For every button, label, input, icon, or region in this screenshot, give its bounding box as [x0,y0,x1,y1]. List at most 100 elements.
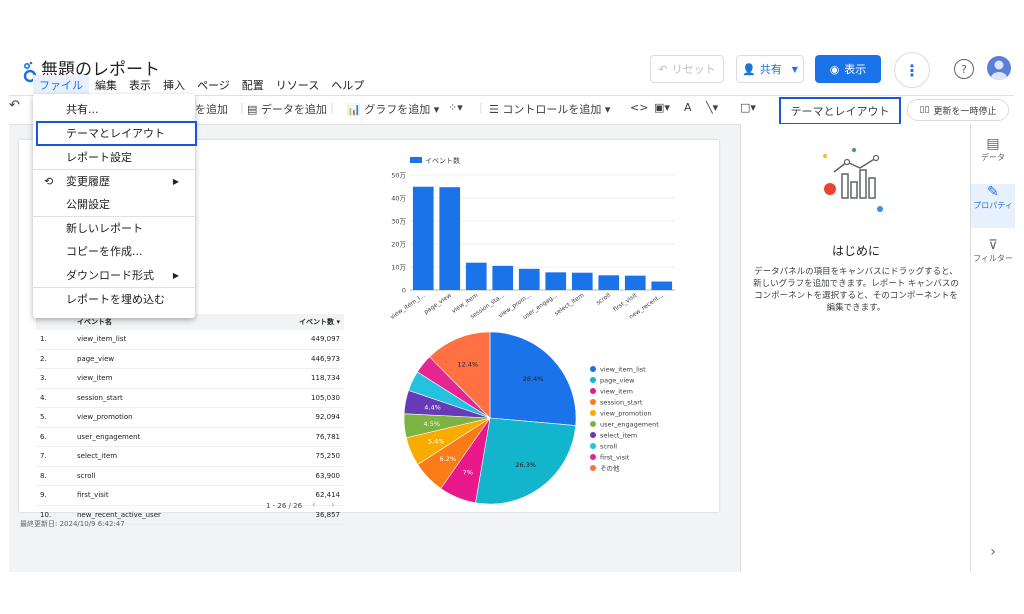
legend-label: page_view [600,377,635,385]
table-pagination: 1 - 26 / 26 [266,502,303,510]
menu-item-make-copy[interactable]: コピーを作成... [33,240,195,262]
bar[interactable] [518,268,540,290]
bar[interactable] [492,265,514,290]
y-tick-label: 40万 [391,195,406,203]
legend-label: first_visit [600,454,630,462]
menu-item-share[interactable]: 共有... [33,98,195,120]
menu-item-new-report[interactable]: 新しいレポート [33,217,195,239]
text-icon[interactable]: A [684,101,692,114]
community-viz-icon[interactable]: ⁘▾ [448,101,463,114]
table-header-event-count[interactable]: イベント数 ▾ [228,314,344,330]
code-icon[interactable]: <> [630,101,648,114]
add-data-icon: ▤ [247,103,258,116]
bar-chart[interactable]: イベント数 0 10万 20万 30万 40万 50万 view_item_l...pag… [380,150,680,325]
help-icon[interactable]: ? [954,59,974,79]
menu-arrange[interactable]: 配置 [236,75,270,95]
next-page-icon[interactable]: › [331,500,335,510]
row-index: 2. [36,349,76,369]
right-nav-data[interactable]: ▤ データ [971,136,1015,182]
more-options-icon[interactable]: ⋮ [894,52,930,88]
right-nav-label: フィルター [973,254,1013,263]
bar[interactable] [545,272,567,290]
add-chart-button[interactable]: 📊 グラフを追加 ▾ [347,101,439,117]
pie-slice-label: 26.4% [523,375,544,383]
add-control-button[interactable]: ☰ コントロールを追加 ▾ [489,101,610,117]
bar[interactable] [465,262,487,290]
row-event-count: 75,250 [228,446,344,467]
pause-icon: ▯▯ [919,105,930,115]
prev-page-icon[interactable]: ‹ [312,500,316,510]
highlight-box [36,121,197,146]
menu-item-label: 公開設定 [66,198,110,211]
table-row[interactable]: 4. session_start 105,030 [36,388,344,408]
menu-item-publish-settings[interactable]: 公開設定 [33,193,195,215]
getting-started-heading: はじめに [831,244,880,258]
menu-item-label: コピーを作成... [66,245,143,258]
row-index: 7. [36,446,76,467]
legend-swatch [590,366,596,372]
row-event-count: 76,781 [228,427,344,447]
bar[interactable] [624,275,646,290]
line-icon[interactable]: ╲▾ [706,101,718,114]
pie-slice-label: 12.4% [457,360,478,368]
row-event-count: 92,094 [228,407,344,428]
bar[interactable] [412,186,434,290]
table-row[interactable]: 8. scroll 63,900 [36,466,344,486]
reset-button[interactable]: ↶ リセット [650,55,724,83]
menu-item-embed-report[interactable]: レポートを埋め込む [33,288,195,310]
row-event-count: 118,734 [228,368,344,389]
legend-label: view_item_list [600,366,646,374]
row-event-name: view_item [76,368,228,389]
app-header: 無題のレポート ファイル 編集 表示 挿入 ページ 配置 リソース ヘルプ ↶ リセット 👤 共有… [9,47,1014,95]
menu-item-report-settings[interactable]: レポート設定 [33,146,195,168]
bar[interactable] [651,281,673,290]
menu-file[interactable]: ファイル [33,75,89,95]
pie-chart[interactable]: 26.4% 26.3% 7% 6.2% 5.4% 4.5% 4.4% 12.4% view_i… [400,328,700,510]
image-icon[interactable]: ▣▾ [654,101,670,114]
undo-icon[interactable]: ↶ [9,98,20,113]
table-row[interactable]: 7. select_item 75,250 [36,446,344,467]
pie-slice-label: 26.3% [515,461,536,469]
menu-resource[interactable]: リソース [270,75,325,95]
eye-icon: ◉ [829,62,840,76]
menu-view[interactable]: 表示 [123,75,157,95]
bar[interactable] [571,272,593,290]
filter-icon: ⊽ [988,238,998,253]
add-chart-label: グラフを追加 [364,103,431,116]
collapse-chevron-icon[interactable]: › [971,544,1015,560]
add-data-button[interactable]: ▤ データを追加 [247,101,327,117]
pause-label: 更新を一時停止 [933,106,997,117]
menu-page[interactable]: ページ [191,75,236,95]
add-page-button[interactable]: を追加 [195,101,228,117]
theme-layout-button[interactable]: テーマとレイアウト [779,97,901,125]
menu-insert[interactable]: 挿入 [157,75,191,95]
pie-slice-label: 7% [463,469,473,477]
table-row[interactable]: 6. user_engagement 76,781 [36,427,344,447]
view-button[interactable]: ◉ 表示 [815,55,881,83]
pause-update-button[interactable]: ▯▯ 更新を一時停止 [907,99,1009,121]
menu-item-label: 共有... [66,103,99,116]
menu-item-download[interactable]: ダウンロード形式 ▶ [33,264,195,286]
right-nav-properties[interactable]: ✎ プロパティ [971,184,1015,228]
table-row[interactable]: 1. view_item_list 449,097 [36,330,344,350]
table-row[interactable]: 2. page_view 446,973 [36,349,344,369]
table-row[interactable]: 3. view_item 118,734 [36,368,344,389]
row-index: 8. [36,466,76,486]
row-event-count: 449,097 [228,330,344,350]
add-control-label: コントロールを追加 [502,103,602,116]
avatar[interactable] [987,56,1011,80]
right-nav: ▤ データ ✎ プロパティ ⊽ フィルター › [970,124,1015,572]
menu-item-history[interactable]: ⟲ 変更履歴 ▶ [33,170,195,192]
shape-icon[interactable]: □▾ [740,101,756,114]
table-row[interactable]: 5. view_promotion 92,094 [36,407,344,428]
bar[interactable] [439,187,461,290]
right-nav-filter[interactable]: ⊽ フィルター [971,238,1015,278]
chevron-down-icon[interactable]: ▼ [792,65,798,74]
menu-item-label: ダウンロード形式 [66,269,154,282]
pie-slice-label: 4.5% [424,420,441,428]
menu-edit[interactable]: 編集 [89,75,123,95]
menu-help[interactable]: ヘルプ [325,75,370,95]
share-button[interactable]: 👤 共有 ▼ [736,55,804,83]
bar[interactable] [598,275,620,290]
chart-icon: 📊 [347,103,361,116]
